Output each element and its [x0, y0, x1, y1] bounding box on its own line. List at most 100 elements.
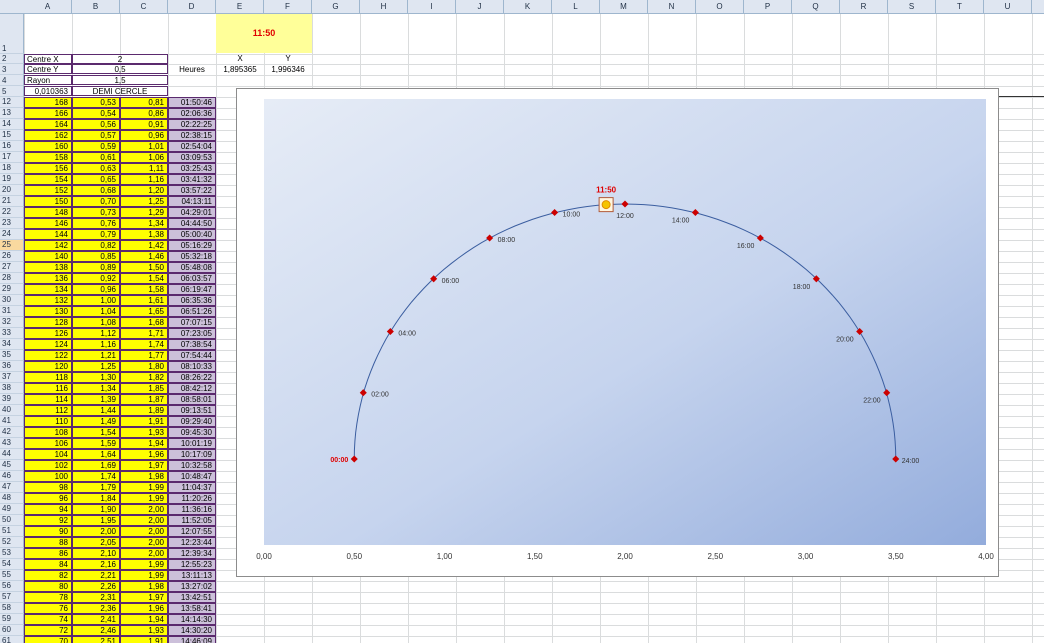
cell-b38[interactable]: 1,34 [72, 383, 120, 394]
cell-c39[interactable]: 1,87 [120, 394, 168, 405]
column-header-k[interactable]: K [504, 0, 552, 14]
cell-d15[interactable]: 02:38:15 [168, 130, 216, 141]
cell-d19[interactable]: 03:41:32 [168, 174, 216, 185]
cell-d61[interactable]: 14:46:09 [168, 636, 216, 643]
cell-d40[interactable]: 09:13:51 [168, 405, 216, 416]
x-value[interactable]: 1,895365 [216, 65, 264, 75]
cell-c35[interactable]: 1,77 [120, 350, 168, 361]
cell-a25[interactable]: 142 [24, 240, 72, 251]
cell-d14[interactable]: 02:22:25 [168, 119, 216, 130]
cell-c59[interactable]: 1,94 [120, 614, 168, 625]
cell-c14[interactable]: 0,91 [120, 119, 168, 130]
cell-b22[interactable]: 0,73 [72, 207, 120, 218]
row-header-43[interactable]: 43 [0, 438, 24, 449]
cell-c54[interactable]: 1,99 [120, 559, 168, 570]
cell-b24[interactable]: 0,79 [72, 229, 120, 240]
row-header-47[interactable]: 47 [0, 482, 24, 493]
cell-a55[interactable]: 82 [24, 570, 72, 581]
column-header-f[interactable]: F [264, 0, 312, 14]
cell-b42[interactable]: 1,54 [72, 427, 120, 438]
cell-d50[interactable]: 11:52:05 [168, 515, 216, 526]
cell-b51[interactable]: 2,00 [72, 526, 120, 537]
cell-b31[interactable]: 1,04 [72, 306, 120, 317]
cell-c60[interactable]: 1,93 [120, 625, 168, 636]
row-header-35[interactable]: 35 [0, 350, 24, 361]
cell-b16[interactable]: 0,59 [72, 141, 120, 152]
cell-a58[interactable]: 76 [24, 603, 72, 614]
cell-b33[interactable]: 1,12 [72, 328, 120, 339]
row-header-57[interactable]: 57 [0, 592, 24, 603]
cell-c49[interactable]: 2,00 [120, 504, 168, 515]
cell-b32[interactable]: 1,08 [72, 317, 120, 328]
cell-d42[interactable]: 09:45:30 [168, 427, 216, 438]
cell-a57[interactable]: 78 [24, 592, 72, 603]
cell-b41[interactable]: 1,49 [72, 416, 120, 427]
cell-a59[interactable]: 74 [24, 614, 72, 625]
cell-b54[interactable]: 2,16 [72, 559, 120, 570]
column-header-q[interactable]: Q [792, 0, 840, 14]
row-header-37[interactable]: 37 [0, 372, 24, 383]
cell-a20[interactable]: 152 [24, 185, 72, 196]
cell-d16[interactable]: 02:54:04 [168, 141, 216, 152]
cell-d54[interactable]: 12:55:23 [168, 559, 216, 570]
cell-c50[interactable]: 2,00 [120, 515, 168, 526]
cell-a24[interactable]: 144 [24, 229, 72, 240]
cell-a15[interactable]: 162 [24, 130, 72, 141]
cell-d12[interactable]: 01:50:46 [168, 97, 216, 108]
row-header-42[interactable]: 42 [0, 427, 24, 438]
cell-a18[interactable]: 156 [24, 163, 72, 174]
cell-c18[interactable]: 1,11 [120, 163, 168, 174]
cell-a23[interactable]: 146 [24, 218, 72, 229]
cell-d26[interactable]: 05:32:18 [168, 251, 216, 262]
current-time-cell[interactable]: 11:50 [216, 14, 312, 53]
cell-b50[interactable]: 1,95 [72, 515, 120, 526]
cell-a38[interactable]: 116 [24, 383, 72, 394]
cell-c53[interactable]: 2,00 [120, 548, 168, 559]
cell-b60[interactable]: 2,46 [72, 625, 120, 636]
row-header-14[interactable]: 14 [0, 119, 24, 130]
cell-d58[interactable]: 13:58:41 [168, 603, 216, 614]
row-header-25[interactable]: 25 [0, 240, 24, 251]
column-header-e[interactable]: E [216, 0, 264, 14]
cell-c36[interactable]: 1,80 [120, 361, 168, 372]
row-header-49[interactable]: 49 [0, 504, 24, 515]
cell-a14[interactable]: 164 [24, 119, 72, 130]
cell-b20[interactable]: 0,68 [72, 185, 120, 196]
cell-d45[interactable]: 10:32:58 [168, 460, 216, 471]
cell-d49[interactable]: 11:36:16 [168, 504, 216, 515]
cell-b52[interactable]: 2,05 [72, 537, 120, 548]
cell-a42[interactable]: 108 [24, 427, 72, 438]
cell-d44[interactable]: 10:17:09 [168, 449, 216, 460]
cell-c16[interactable]: 1,01 [120, 141, 168, 152]
cell-a34[interactable]: 124 [24, 339, 72, 350]
chart-area[interactable]: 0,00 0,50 1,00 1,50 2,00 2,50 3,00 3,50 4,00 00:0… [236, 88, 999, 577]
cell-b59[interactable]: 2,41 [72, 614, 120, 625]
cell-c46[interactable]: 1,98 [120, 471, 168, 482]
centre-y-label[interactable]: Centre Y [24, 64, 72, 74]
centre-y-value[interactable]: 0,5 [72, 64, 168, 74]
cell-b49[interactable]: 1,90 [72, 504, 120, 515]
row-header-36[interactable]: 36 [0, 361, 24, 372]
cell-a61[interactable]: 70 [24, 636, 72, 643]
cell-a31[interactable]: 130 [24, 306, 72, 317]
column-header-o[interactable]: O [696, 0, 744, 14]
row-header-55[interactable]: 55 [0, 570, 24, 581]
rayon-label[interactable]: Rayon [24, 75, 72, 85]
cell-a50[interactable]: 92 [24, 515, 72, 526]
cell-a46[interactable]: 100 [24, 471, 72, 482]
cell-a54[interactable]: 84 [24, 559, 72, 570]
row-header-61[interactable]: 61 [0, 636, 24, 643]
column-header-h[interactable]: H [360, 0, 408, 14]
cell-d37[interactable]: 08:26:22 [168, 372, 216, 383]
cell-c13[interactable]: 0,86 [120, 108, 168, 119]
x-header[interactable]: X [216, 54, 264, 64]
cell-a41[interactable]: 110 [24, 416, 72, 427]
cell-c51[interactable]: 2,00 [120, 526, 168, 537]
centre-x-label[interactable]: Centre X [24, 54, 72, 64]
cell-a29[interactable]: 134 [24, 284, 72, 295]
column-header-n[interactable]: N [648, 0, 696, 14]
cell-c43[interactable]: 1,94 [120, 438, 168, 449]
cell-b17[interactable]: 0,61 [72, 152, 120, 163]
cell-b55[interactable]: 2,21 [72, 570, 120, 581]
cell-a27[interactable]: 138 [24, 262, 72, 273]
